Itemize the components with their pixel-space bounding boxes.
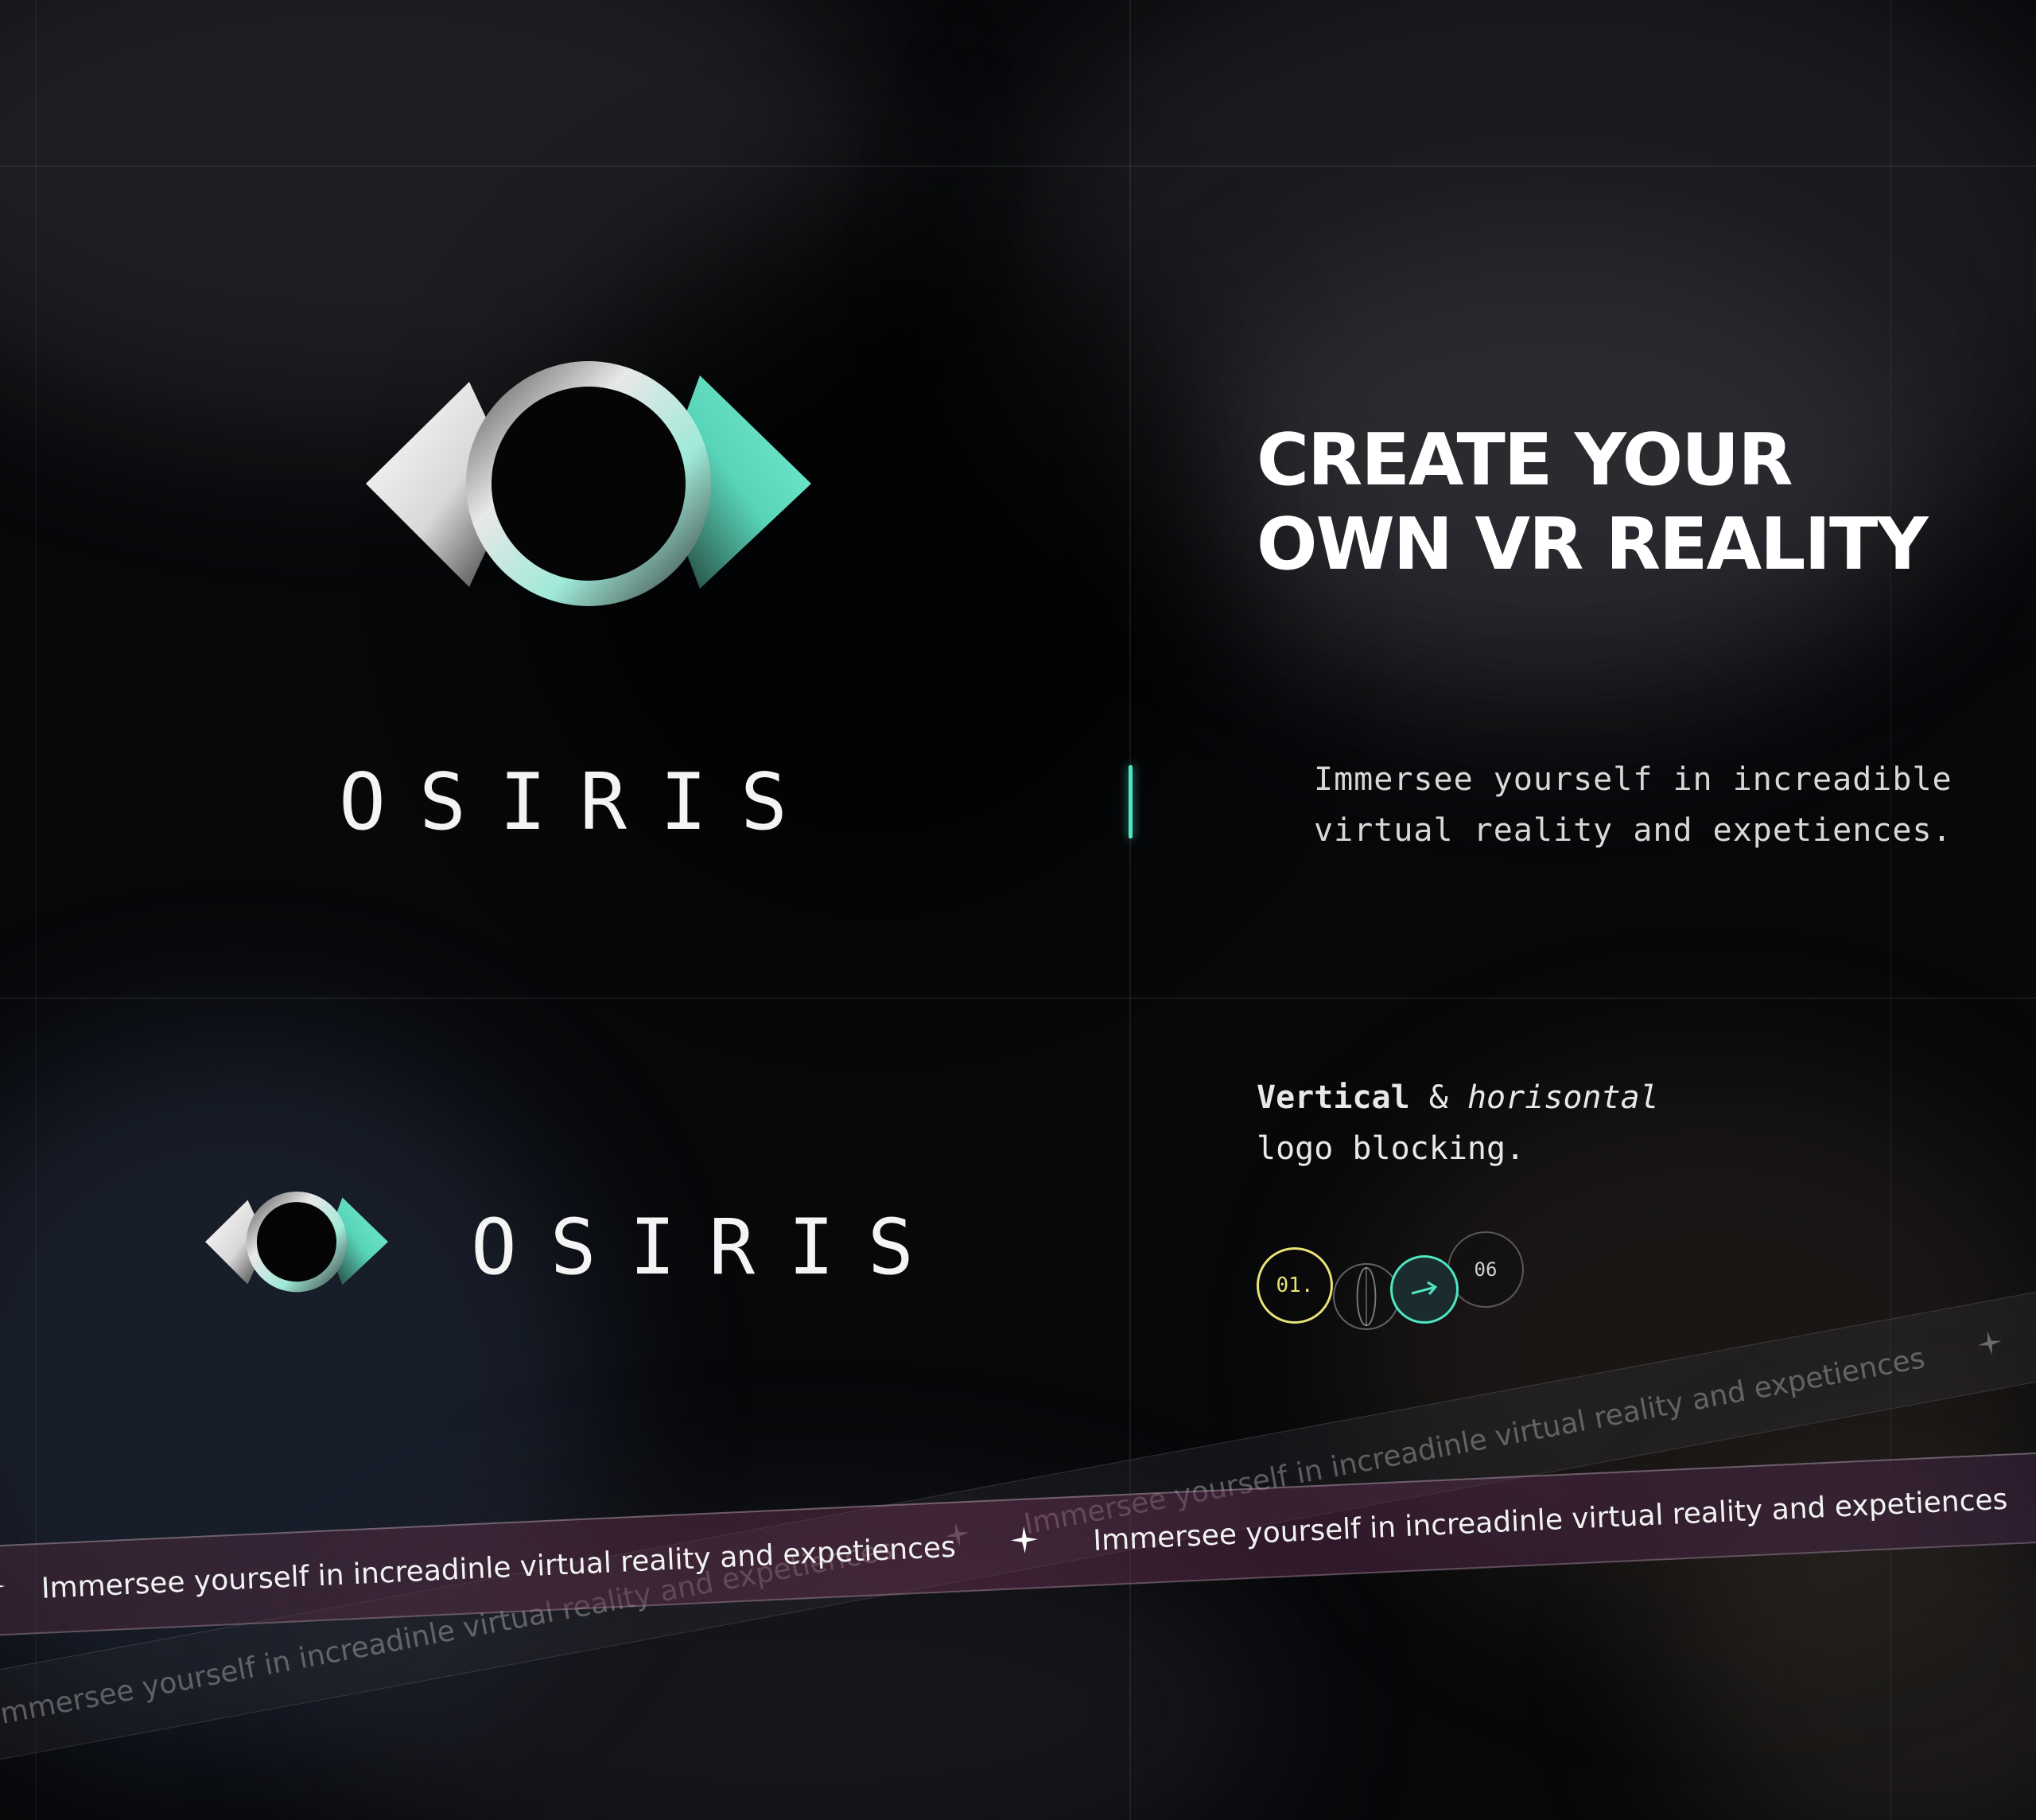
subtitle-line-1: Immersee yourself in increadible: [1314, 761, 1952, 798]
eye-logo-small-icon: [205, 1191, 388, 1293]
sphere-icon: [1333, 1263, 1400, 1330]
page-count-badge: 06: [1447, 1231, 1524, 1308]
osiris-wordmark-large: OSIRIS: [339, 757, 822, 848]
subtitle-line-2: virtual reality and expetiences.: [1314, 812, 1952, 849]
pagination-controls: 01. 06: [1257, 1231, 1527, 1343]
next-button[interactable]: [1390, 1255, 1459, 1324]
connector: &: [1428, 1079, 1448, 1116]
eye-logo-icon: [366, 361, 811, 606]
osiris-wordmark-small: OSIRIS: [471, 1203, 947, 1292]
headline-line-2: OWN VR REALITY: [1257, 503, 1929, 586]
headline-line-1: CREATE YOUR: [1257, 418, 1793, 502]
arrow-right-icon: [1411, 1281, 1438, 1295]
sparkle-star-icon: [0, 1547, 7, 1635]
hero-headline: CREATE YOUR OWN VR REALITY: [1257, 418, 1929, 587]
description-line-2: logo blocking.: [1257, 1130, 1525, 1167]
italic-word: horisontal: [1467, 1079, 1659, 1116]
sparkle-star-icon: [1971, 1301, 2011, 1392]
accent-divider: [1129, 765, 1133, 838]
page-index-badge: 01.: [1257, 1247, 1333, 1324]
sparkle-star-icon: [1009, 1500, 1040, 1589]
hero-subtitle: Immersee yourself in increadible virtual…: [1314, 754, 1952, 856]
description-line-1: Vertical & horisontal: [1257, 1072, 1659, 1123]
logo-section-description: Vertical & horisontal logo blocking.: [1257, 1072, 1659, 1174]
bold-word: Vertical: [1257, 1079, 1410, 1116]
